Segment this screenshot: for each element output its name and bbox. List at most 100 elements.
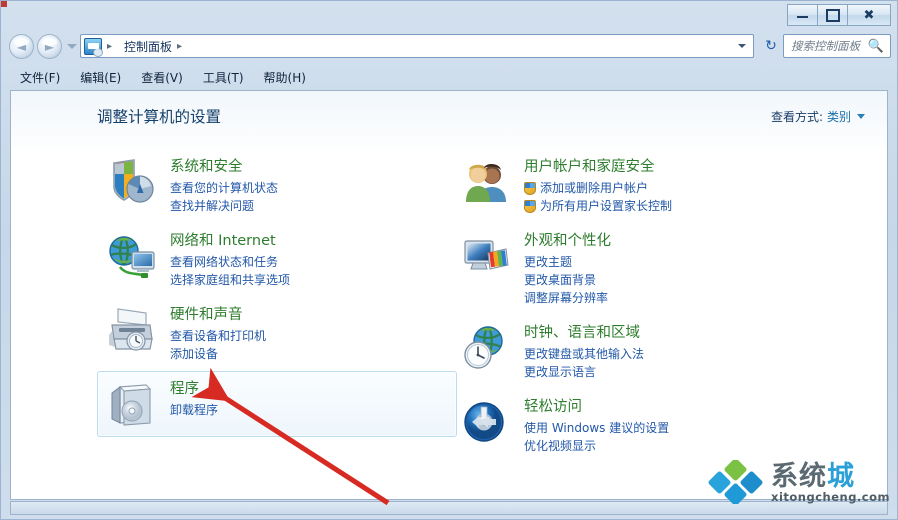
category-title[interactable]: 用户帐户和家庭安全 (524, 158, 672, 177)
category-title[interactable]: 程序 (170, 380, 218, 399)
category-link[interactable]: 更改显示语言 (524, 363, 644, 381)
address-dropdown-chevron-down-icon[interactable] (738, 44, 746, 48)
category-link-label: 调整屏幕分辨率 (524, 291, 609, 305)
category-title[interactable]: 网络和 Internet (170, 232, 290, 251)
forward-button[interactable]: ► (37, 34, 62, 59)
category-text: 硬件和声音 查看设备和打印机 添加设备 (170, 305, 266, 363)
control-panel-icon (84, 37, 103, 57)
category-link[interactable]: 更改桌面背景 (524, 271, 611, 289)
category-link[interactable]: 查看设备和打印机 (170, 327, 266, 345)
appearance-monitor-icon (460, 231, 512, 281)
view-by-value[interactable]: 类别 (827, 108, 851, 125)
watermark-title-blue: 城 (827, 461, 856, 492)
chevron-down-icon[interactable] (857, 114, 865, 119)
control-panel-icon-base (93, 47, 103, 57)
category-link-label: 为所有用户设置家长控制 (540, 199, 673, 213)
category-link[interactable]: 卸载程序 (170, 401, 218, 419)
uac-shield-icon (524, 199, 536, 213)
maximize-icon (825, 8, 840, 22)
menu-bar: 文件(F) 编辑(E) 查看(V) 工具(T) 帮助(H) (11, 65, 887, 89)
category-text: 用户帐户和家庭安全 添加或删除用户帐户 为所有用户设置家长控制 (524, 157, 672, 215)
category-hardware-and-sound[interactable]: 硬件和声音 查看设备和打印机 添加设备 (97, 297, 457, 371)
forward-arrow-icon: ► (44, 40, 55, 54)
category-link-label: 更改显示语言 (524, 365, 597, 379)
refresh-icon[interactable]: ↻ (761, 36, 781, 56)
recent-locations-chevron-down-icon[interactable] (67, 44, 77, 49)
category-text: 轻松访问 使用 Windows 建议的设置 优化视频显示 (524, 397, 669, 455)
category-user-accounts-family-safety[interactable]: 用户帐户和家庭安全 添加或删除用户帐户 为所有用户设置家长控制 (451, 149, 811, 223)
category-link[interactable]: 查看您的计算机状态 (170, 179, 278, 197)
category-link[interactable]: 查看网络状态和任务 (170, 253, 290, 271)
category-title[interactable]: 外观和个性化 (524, 232, 611, 251)
explorer-window: ✖ ◄ ► ▸ 控制面板 ▸ ↻ 搜索控制面板 🔍 文件(F) 编辑(E) 查看… (0, 0, 898, 520)
back-button[interactable]: ◄ (9, 34, 34, 59)
category-appearance-personalization[interactable]: 外观和个性化 更改主题 更改桌面背景 调整屏幕分辨率 (451, 223, 811, 315)
category-link-label: 优化视频显示 (524, 439, 597, 453)
close-icon: ✖ (863, 7, 875, 23)
category-title[interactable]: 时钟、语言和区域 (524, 324, 644, 343)
category-link-label: 查看您的计算机状态 (170, 181, 279, 195)
page-header: 调整计算机的设置 查看方式: 类别 (11, 91, 887, 149)
category-link-label: 选择家庭组和共享选项 (170, 273, 291, 287)
minimize-button[interactable] (787, 4, 817, 26)
category-link[interactable]: 优化视频显示 (524, 437, 669, 455)
menu-item-view[interactable]: 查看(V) (132, 66, 192, 89)
category-grid: 系统和安全 查看您的计算机状态 查找并解决问题 网络和 Internet 查看网… (11, 149, 887, 499)
title-bar: ✖ (1, 1, 897, 31)
category-text: 外观和个性化 更改主题 更改桌面背景 调整屏幕分辨率 (524, 231, 611, 307)
search-box[interactable]: 搜索控制面板 🔍 (783, 34, 891, 58)
category-link[interactable]: 添加设备 (170, 345, 266, 363)
page-title: 调整计算机的设置 (97, 108, 222, 126)
category-ease-of-access[interactable]: 轻松访问 使用 Windows 建议的设置 优化视频显示 (451, 389, 811, 463)
category-system-and-security[interactable]: 系统和安全 查看您的计算机状态 查找并解决问题 (97, 149, 457, 223)
search-icon: 🔍 (867, 38, 884, 54)
category-link[interactable]: 更改键盘或其他输入法 (524, 345, 644, 363)
category-text: 程序 卸载程序 (170, 379, 218, 429)
minimize-icon (797, 13, 808, 18)
security-shield-icon (106, 157, 158, 207)
content-pane: 调整计算机的设置 查看方式: 类别 系统和安全 查看您的计算机状态 查找并解决问… (10, 90, 888, 500)
category-link[interactable]: 使用 Windows 建议的设置 (524, 419, 669, 437)
user-accounts-icon (460, 157, 512, 207)
category-text: 系统和安全 查看您的计算机状态 查找并解决问题 (170, 157, 278, 215)
screenshot-root: ✖ ◄ ► ▸ 控制面板 ▸ ↻ 搜索控制面板 🔍 文件(F) 编辑(E) 查看… (0, 0, 898, 520)
category-link-label: 卸载程序 (170, 403, 219, 417)
category-title[interactable]: 硬件和声音 (170, 306, 266, 325)
view-by-selector[interactable]: 查看方式: 类别 (771, 108, 865, 125)
ease-of-access-icon (460, 397, 512, 447)
category-link[interactable]: 添加或删除用户帐户 (524, 179, 672, 197)
category-link[interactable]: 更改主题 (524, 253, 611, 271)
watermark: 系统城 xitongcheng.com (708, 458, 890, 506)
programs-box-icon (106, 379, 158, 429)
category-link-label: 使用 Windows 建议的设置 (524, 421, 670, 435)
category-title[interactable]: 系统和安全 (170, 158, 278, 177)
category-link[interactable]: 调整屏幕分辨率 (524, 289, 611, 307)
breadcrumb-separator-1: ▸ (107, 40, 113, 52)
watermark-title: 系统城 (771, 462, 855, 491)
category-clock-language-region[interactable]: 时钟、语言和区域 更改键盘或其他输入法 更改显示语言 (451, 315, 811, 389)
address-bar[interactable]: ▸ 控制面板 ▸ (80, 34, 754, 58)
menu-item-edit[interactable]: 编辑(E) (71, 66, 130, 89)
category-link[interactable]: 为所有用户设置家长控制 (524, 197, 672, 215)
category-programs[interactable]: 程序 卸载程序 (97, 371, 457, 437)
menu-item-tools[interactable]: 工具(T) (194, 66, 253, 89)
breadcrumb-separator-2[interactable]: ▸ (177, 41, 182, 52)
menu-item-file[interactable]: 文件(F) (11, 66, 69, 89)
view-by-label: 查看方式: (770, 110, 823, 124)
search-input[interactable]: 搜索控制面板 (791, 38, 860, 54)
clock-globe-icon (460, 323, 512, 373)
category-title[interactable]: 轻松访问 (524, 398, 669, 417)
breadcrumb-control-panel[interactable]: 控制面板 (124, 38, 172, 55)
watermark-title-dark: 系统 (771, 461, 828, 492)
maximize-button[interactable] (817, 4, 847, 26)
category-link-label: 查看网络状态和任务 (170, 255, 279, 269)
category-text: 网络和 Internet 查看网络状态和任务 选择家庭组和共享选项 (170, 231, 290, 289)
category-column-right: 用户帐户和家庭安全 添加或删除用户帐户 为所有用户设置家长控制 外观和个性化 更… (451, 149, 811, 463)
window-controls: ✖ (787, 4, 891, 26)
category-link[interactable]: 选择家庭组和共享选项 (170, 271, 290, 289)
close-button[interactable]: ✖ (847, 4, 891, 26)
menu-item-help[interactable]: 帮助(H) (255, 66, 315, 89)
uac-shield-icon (524, 181, 536, 195)
category-link[interactable]: 查找并解决问题 (170, 197, 278, 215)
category-network-and-internet[interactable]: 网络和 Internet 查看网络状态和任务 选择家庭组和共享选项 (97, 223, 457, 297)
